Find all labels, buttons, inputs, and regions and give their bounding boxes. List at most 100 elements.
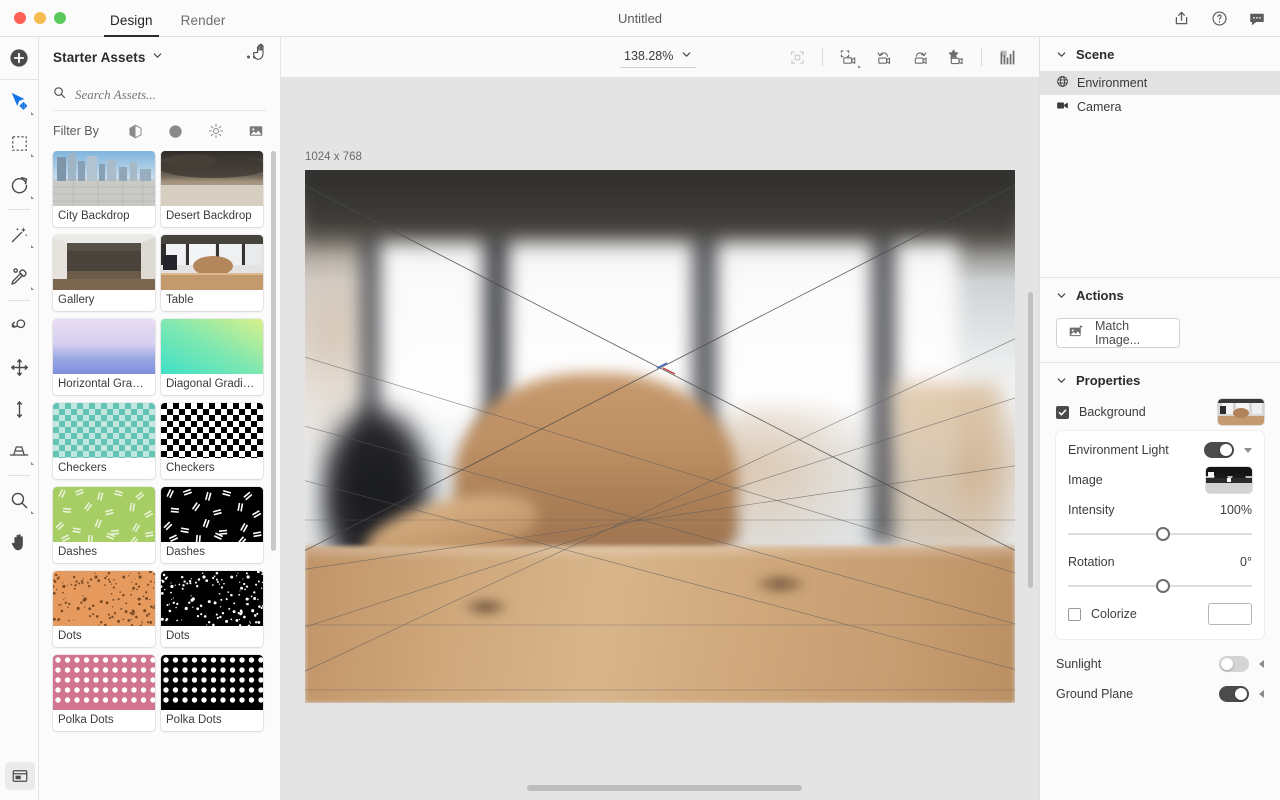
tab-render[interactable]: Render bbox=[167, 13, 240, 37]
light-toggles: Sunlight Ground Plane bbox=[1040, 645, 1280, 709]
chevron-down-icon bbox=[1056, 290, 1067, 301]
scene-section-header[interactable]: Scene bbox=[1040, 37, 1280, 71]
maximize-button[interactable] bbox=[54, 12, 66, 24]
chevron-right-icon[interactable] bbox=[1259, 690, 1264, 698]
asset-card[interactable]: Horizontal Gradi... bbox=[53, 319, 155, 395]
search-input[interactable] bbox=[75, 86, 255, 103]
intensity-row: Intensity 100% bbox=[1068, 495, 1252, 525]
chevron-down-icon bbox=[1056, 49, 1067, 60]
minimize-button[interactable] bbox=[34, 12, 46, 24]
asset-card[interactable]: Dots bbox=[161, 571, 263, 647]
asset-card[interactable]: Checkers bbox=[53, 403, 155, 479]
chevron-down-icon[interactable] bbox=[1244, 447, 1252, 453]
asset-card[interactable]: Polka Dots bbox=[53, 655, 155, 731]
asset-card[interactable]: Desert Backdrop bbox=[161, 151, 263, 227]
asset-label: Checkers bbox=[53, 458, 155, 479]
camera-frame-icon[interactable] bbox=[830, 43, 866, 71]
render-preview-icon[interactable] bbox=[989, 43, 1025, 71]
light-filter-icon[interactable] bbox=[207, 122, 225, 140]
chevron-down-icon[interactable] bbox=[152, 48, 163, 66]
magic-wand-icon[interactable] bbox=[0, 213, 38, 255]
asset-card[interactable]: Gallery bbox=[53, 235, 155, 311]
hand-icon[interactable] bbox=[0, 521, 38, 563]
background-thumbnail[interactable] bbox=[1218, 399, 1264, 425]
feedback-icon[interactable] bbox=[1246, 8, 1268, 30]
tab-design[interactable]: Design bbox=[96, 13, 167, 37]
background-checkbox[interactable] bbox=[1056, 405, 1069, 419]
dolly-icon[interactable] bbox=[0, 388, 38, 430]
intensity-slider[interactable] bbox=[1068, 525, 1252, 543]
asset-label: Dots bbox=[161, 626, 263, 647]
material-filter-icon[interactable] bbox=[167, 122, 185, 140]
kebab-menu-icon[interactable] bbox=[247, 55, 262, 59]
asset-card[interactable]: Diagonal Gradient bbox=[161, 319, 263, 395]
asset-card[interactable]: Dashes bbox=[53, 487, 155, 563]
toolbar-divider bbox=[981, 48, 982, 66]
image-filter-icon[interactable] bbox=[247, 122, 265, 140]
scene-item-camera[interactable]: Camera bbox=[1040, 95, 1280, 119]
fit-selection-icon[interactable] bbox=[779, 43, 815, 71]
toolbar-bottom bbox=[0, 762, 39, 790]
asset-label: Dashes bbox=[53, 542, 155, 563]
help-icon[interactable] bbox=[1208, 8, 1230, 30]
chevron-right-icon[interactable] bbox=[1259, 660, 1264, 668]
viewport[interactable] bbox=[305, 170, 1015, 703]
asset-card[interactable]: Polka Dots bbox=[161, 655, 263, 731]
eyedropper-icon[interactable] bbox=[0, 255, 38, 297]
asset-card[interactable]: Dots bbox=[53, 571, 155, 647]
image-row: Image bbox=[1068, 465, 1252, 495]
camera-bookmark-icon[interactable] bbox=[938, 43, 974, 71]
canvas-toolbar: 138.28% bbox=[281, 37, 1039, 78]
asset-thumbnail bbox=[53, 571, 155, 628]
environment-light-group: Environment Light Image Intensity 100% R… bbox=[1056, 431, 1264, 639]
left-toolbar bbox=[0, 37, 39, 800]
environment-light-toggle[interactable] bbox=[1204, 442, 1234, 458]
sunlight-toggle[interactable] bbox=[1219, 656, 1249, 672]
zoom-control[interactable]: 138.28% bbox=[620, 46, 697, 68]
actions-section-title: Actions bbox=[1076, 287, 1124, 303]
asset-card[interactable]: Table bbox=[161, 235, 263, 311]
pan-camera-icon[interactable] bbox=[0, 346, 38, 388]
rotation-slider[interactable] bbox=[1068, 577, 1252, 595]
canvas-toolbar-buttons bbox=[779, 43, 1025, 71]
ground-plane-toggle[interactable] bbox=[1219, 686, 1249, 702]
canvas-dimensions-label: 1024 x 768 bbox=[305, 151, 362, 163]
close-button[interactable] bbox=[14, 12, 26, 24]
assets-panel: Starter Assets Filter By bbox=[39, 37, 281, 800]
titlebar-actions bbox=[1170, 0, 1268, 37]
filter-by-label: Filter By bbox=[53, 124, 99, 138]
rotate-icon[interactable] bbox=[0, 164, 38, 206]
zoom-icon[interactable] bbox=[0, 479, 38, 521]
assets-scrollbar[interactable] bbox=[271, 151, 276, 551]
model-filter-icon[interactable] bbox=[127, 122, 145, 140]
colorize-checkbox[interactable] bbox=[1068, 607, 1081, 621]
asset-card[interactable]: City Backdrop bbox=[53, 151, 155, 227]
scene-item-environment[interactable]: Environment bbox=[1040, 71, 1280, 95]
marquee-select-icon[interactable] bbox=[0, 122, 38, 164]
properties-section-header[interactable]: Properties bbox=[1040, 363, 1280, 397]
panel-toggle-icon[interactable] bbox=[4, 762, 35, 790]
window-controls bbox=[0, 12, 66, 24]
orbit-icon[interactable] bbox=[0, 304, 38, 346]
asset-label: Polka Dots bbox=[161, 710, 263, 731]
assets-grid-container[interactable]: City Backdrop Desert Backdrop Gallery Ta… bbox=[39, 151, 280, 800]
colorize-swatch[interactable] bbox=[1208, 603, 1252, 625]
hdri-image-thumbnail[interactable] bbox=[1206, 467, 1252, 493]
horizon-icon[interactable] bbox=[0, 430, 38, 472]
canvas-vertical-scrollbar[interactable] bbox=[1028, 292, 1033, 588]
select-move-icon[interactable] bbox=[0, 80, 38, 122]
asset-card[interactable]: Dashes bbox=[161, 487, 263, 563]
share-icon[interactable] bbox=[1170, 8, 1192, 30]
asset-label: Checkers bbox=[161, 458, 263, 479]
chevron-down-icon bbox=[1056, 375, 1067, 386]
camera-redo-icon[interactable] bbox=[902, 43, 938, 71]
sunlight-label: Sunlight bbox=[1056, 657, 1102, 671]
add-icon[interactable] bbox=[0, 37, 38, 79]
actions-section-header[interactable]: Actions bbox=[1040, 278, 1280, 312]
intensity-value: 100% bbox=[1220, 503, 1252, 517]
asset-card[interactable]: Checkers bbox=[161, 403, 263, 479]
match-image-button[interactable]: Match Image... bbox=[1056, 318, 1180, 348]
intensity-label: Intensity bbox=[1068, 503, 1115, 517]
camera-undo-icon[interactable] bbox=[866, 43, 902, 71]
canvas-horizontal-scrollbar[interactable] bbox=[527, 785, 802, 791]
